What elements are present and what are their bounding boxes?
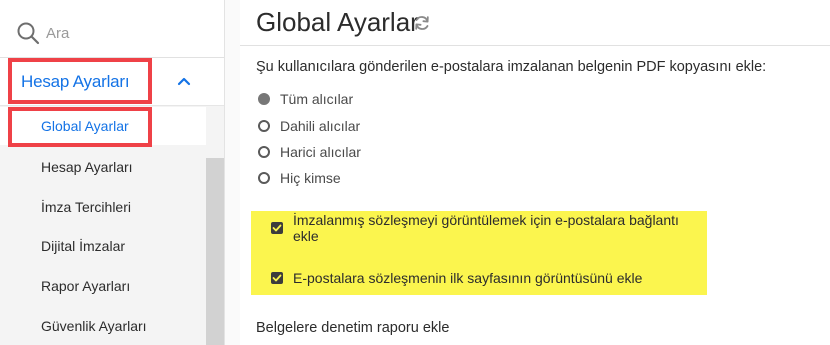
main-content: Global Ayarlar Şu kullanıcılara gönderil…	[240, 0, 830, 345]
sidebar-item-dijital-imzalar[interactable]: Dijital İmzalar	[0, 227, 206, 265]
chevron-up-icon[interactable]	[176, 74, 192, 88]
radio-option-all-recipients[interactable]: Tüm alıcılar	[258, 89, 353, 109]
radio-option-no-one[interactable]: Hiç kimse	[258, 168, 341, 188]
checkbox-label: İmzalanmış sözleşmeyi görüntülemek için …	[292, 212, 679, 244]
audit-report-label: Belgelere denetim raporu ekle	[256, 320, 450, 336]
checkmark-icon	[272, 274, 282, 282]
radio-button[interactable]	[258, 146, 270, 158]
sidebar-item-global-ayarlar[interactable]: Global Ayarlar	[0, 107, 206, 145]
sidebar-section-header[interactable]: Hesap Ayarları	[0, 58, 224, 106]
refresh-icon[interactable]	[413, 14, 431, 32]
sidebar-scrollbar-thumb[interactable]	[206, 158, 224, 345]
checkbox-option-link-in-email[interactable]: İmzalanmış sözleşmeyi görüntülemek için …	[271, 212, 707, 244]
title-divider	[240, 45, 830, 46]
sidebar: Hesap Ayarları Global Ayarlar Hesap Ayar…	[0, 0, 224, 345]
sidebar-item-guvenlik-ayarlari[interactable]: Güvenlik Ayarları	[0, 307, 206, 345]
radio-label: Tüm alıcılar	[280, 91, 354, 107]
app-window: Hesap Ayarları Global Ayarlar Hesap Ayar…	[0, 0, 830, 345]
radio-button[interactable]	[258, 120, 270, 132]
radio-option-external-recipients[interactable]: Harici alıcılar	[258, 142, 361, 162]
checkbox-option-first-page-image[interactable]: E-postalara sözleşmenin ilk sayfasının g…	[271, 268, 642, 288]
pdf-attachment-question: Şu kullanıcılara gönderilen e-postalara …	[256, 59, 767, 75]
search-icon[interactable]	[16, 21, 40, 45]
annotation-highlight-options: İmzalanmış sözleşmeyi görüntülemek için …	[251, 211, 707, 295]
sidebar-item-imza-tercihleri[interactable]: İmza Tercihleri	[0, 188, 206, 226]
radio-button[interactable]	[258, 93, 270, 105]
radio-button[interactable]	[258, 172, 270, 184]
page-title: Global Ayarlar	[256, 7, 419, 37]
radio-option-internal-recipients[interactable]: Dahili alıcılar	[258, 116, 360, 136]
checkmark-icon	[272, 224, 282, 232]
sidebar-item-rapor-ayarlari[interactable]: Rapor Ayarları	[0, 267, 206, 305]
sidebar-item-hesap-ayarlari[interactable]: Hesap Ayarları	[0, 148, 206, 186]
sidebar-section-label: Hesap Ayarları	[21, 72, 130, 91]
checkbox[interactable]	[271, 222, 283, 234]
search-box	[0, 0, 224, 58]
radio-label: Harici alıcılar	[280, 144, 361, 160]
checkbox-label: E-postalara sözleşmenin ilk sayfasının g…	[293, 270, 643, 286]
checkbox[interactable]	[271, 272, 283, 284]
radio-label: Hiç kimse	[280, 170, 341, 186]
search-input[interactable]	[46, 19, 206, 47]
pane-divider	[224, 0, 240, 345]
radio-label: Dahili alıcılar	[280, 118, 361, 134]
